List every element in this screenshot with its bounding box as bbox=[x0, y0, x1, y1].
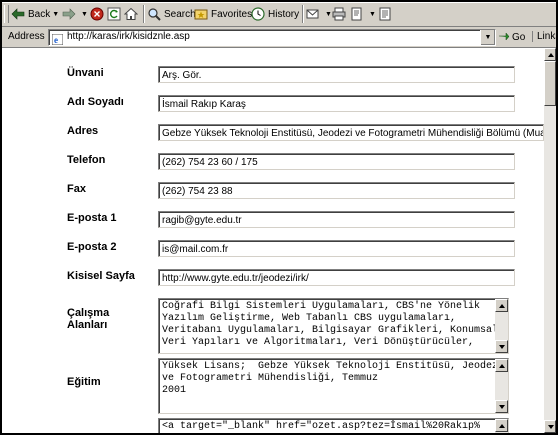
toolbar-separator bbox=[143, 5, 145, 23]
telefon-input[interactable]: (262) 754 23 60 / 175 bbox=[158, 153, 515, 170]
scroll-down-button[interactable] bbox=[495, 400, 508, 413]
address-dropdown-button[interactable]: ▼ bbox=[480, 30, 495, 45]
refresh-icon bbox=[107, 7, 121, 21]
egitim-label: Eğitim bbox=[67, 376, 101, 388]
page-scrollbar[interactable] bbox=[544, 48, 556, 433]
adi-soyadi-label: Adı Soyadı bbox=[67, 96, 124, 108]
textarea-scrollbar[interactable] bbox=[495, 419, 508, 433]
egitim-textarea[interactable]: Yüksek Lisans; Gebze Yüksek Teknoloji En… bbox=[158, 358, 509, 414]
calisma-alanlari-label: Çalışma Alanları bbox=[67, 307, 109, 331]
favorites-button[interactable]: Favorites bbox=[194, 5, 252, 23]
back-button[interactable]: Back ▼ bbox=[11, 5, 59, 23]
eposta1-label: E-posta 1 bbox=[67, 212, 117, 224]
egitim-text: Yüksek Lisans; Gebze Yüksek Teknoloji En… bbox=[162, 361, 505, 396]
links-button[interactable]: Links» bbox=[532, 31, 556, 42]
scroll-up-button[interactable] bbox=[495, 359, 508, 372]
stop-button[interactable] bbox=[90, 5, 107, 23]
discuss-button[interactable] bbox=[378, 5, 395, 23]
edit-page-icon bbox=[350, 7, 364, 21]
eposta1-input[interactable]: ragib@gyte.edu.tr bbox=[158, 211, 515, 228]
chevron-down-icon: ▼ bbox=[81, 10, 88, 18]
history-button[interactable]: History bbox=[251, 5, 299, 23]
home-icon bbox=[123, 7, 139, 21]
adi-soyadi-input[interactable]: İsmail Rakıp Karaş bbox=[158, 95, 515, 112]
unvani-label: Ünvani bbox=[67, 67, 104, 79]
scroll-up-button[interactable] bbox=[495, 299, 508, 312]
printer-icon bbox=[332, 7, 346, 21]
svg-text:e: e bbox=[54, 35, 58, 45]
calisma-alanlari-text: Coğrafi Bilgi Sistemleri Uygulamaları, C… bbox=[162, 301, 499, 348]
toolbar-grip[interactable] bbox=[4, 5, 9, 23]
fax-input[interactable]: (262) 754 23 88 bbox=[158, 182, 515, 199]
address-label: Address bbox=[8, 31, 45, 42]
fax-label: Fax bbox=[67, 183, 86, 195]
address-input[interactable]: e http://karas/irk/kisidznle.asp ▼ bbox=[48, 29, 496, 46]
search-label: Search bbox=[164, 8, 196, 20]
page-scroll-up-button[interactable] bbox=[544, 48, 556, 61]
scroll-down-button[interactable] bbox=[495, 340, 508, 353]
document-icon bbox=[378, 7, 392, 21]
page-scroll-down-button[interactable] bbox=[544, 420, 556, 433]
ie-page-icon: e bbox=[51, 32, 64, 46]
eposta2-label: E-posta 2 bbox=[67, 241, 117, 253]
unvani-input[interactable]: Arş. Gör. bbox=[158, 66, 515, 83]
home-button[interactable] bbox=[123, 5, 141, 23]
tez-text: <a target="_blank" href="ozet.asp?tez=İs… bbox=[162, 421, 481, 432]
stop-icon bbox=[90, 7, 104, 21]
calisma-alanlari-textarea[interactable]: Coğrafi Bilgi Sistemleri Uygulamaları, C… bbox=[158, 298, 509, 354]
back-arrow-icon bbox=[11, 7, 25, 21]
search-button[interactable]: Search bbox=[147, 5, 196, 23]
favorites-label: Favorites bbox=[211, 8, 253, 20]
textarea-scrollbar[interactable] bbox=[495, 359, 508, 413]
forward-button[interactable]: ▼ bbox=[62, 5, 88, 23]
kisisel-sayfa-input[interactable]: http://www.gyte.edu.tr/jeodezi/irk/ bbox=[158, 269, 515, 286]
history-clock-icon bbox=[251, 7, 265, 21]
address-bar: Address e http://karas/irk/kisidznle.asp… bbox=[2, 27, 556, 48]
go-label: Go bbox=[512, 32, 526, 43]
tez-textarea[interactable]: <a target="_blank" href="ozet.asp?tez=İs… bbox=[158, 418, 509, 433]
adres-input[interactable]: Gebze Yüksek Teknoloji Enstitüsü, Jeodez… bbox=[158, 124, 544, 141]
address-url: http://karas/irk/kisidznle.asp bbox=[67, 31, 190, 42]
chevron-down-icon: ▼ bbox=[325, 10, 332, 18]
mail-button[interactable]: ▼ bbox=[306, 5, 332, 23]
mail-icon bbox=[306, 7, 320, 21]
history-label: History bbox=[268, 8, 300, 20]
forward-arrow-icon bbox=[62, 7, 76, 21]
telefon-label: Telefon bbox=[67, 154, 106, 166]
chevron-down-icon: ▼ bbox=[52, 10, 60, 18]
calisma-label-line1: Çalışma bbox=[67, 307, 110, 319]
go-arrow-icon bbox=[498, 30, 510, 45]
links-label: Links bbox=[537, 31, 556, 42]
favorites-folder-icon bbox=[194, 7, 208, 21]
chevron-down-icon: ▼ bbox=[369, 10, 376, 18]
page-scroll-thumb[interactable] bbox=[544, 61, 556, 106]
browser-window: Back ▼ ▼ Search Favorites History ▼ ▼ Ad… bbox=[2, 2, 556, 433]
go-button[interactable]: Go bbox=[498, 30, 525, 45]
toolbar-separator bbox=[302, 5, 304, 23]
back-label: Back bbox=[28, 8, 51, 20]
edit-button[interactable]: ▼ bbox=[350, 5, 376, 23]
calisma-label-line2: Alanları bbox=[67, 319, 108, 331]
print-button[interactable] bbox=[332, 5, 349, 23]
standard-toolbar: Back ▼ ▼ Search Favorites History ▼ ▼ bbox=[2, 2, 556, 27]
scroll-up-button[interactable] bbox=[495, 419, 508, 432]
textarea-scrollbar[interactable] bbox=[495, 299, 508, 353]
adres-label: Adres bbox=[67, 125, 99, 137]
page-content: Ünvani Arş. Gör. Adı Soyadı İsmail Rakıp… bbox=[2, 48, 544, 433]
eposta2-input[interactable]: is@mail.com.fr bbox=[158, 240, 515, 257]
search-icon bbox=[147, 7, 161, 21]
kisisel-sayfa-label: Kisisel Sayfa bbox=[67, 270, 135, 282]
refresh-button[interactable] bbox=[107, 5, 124, 23]
